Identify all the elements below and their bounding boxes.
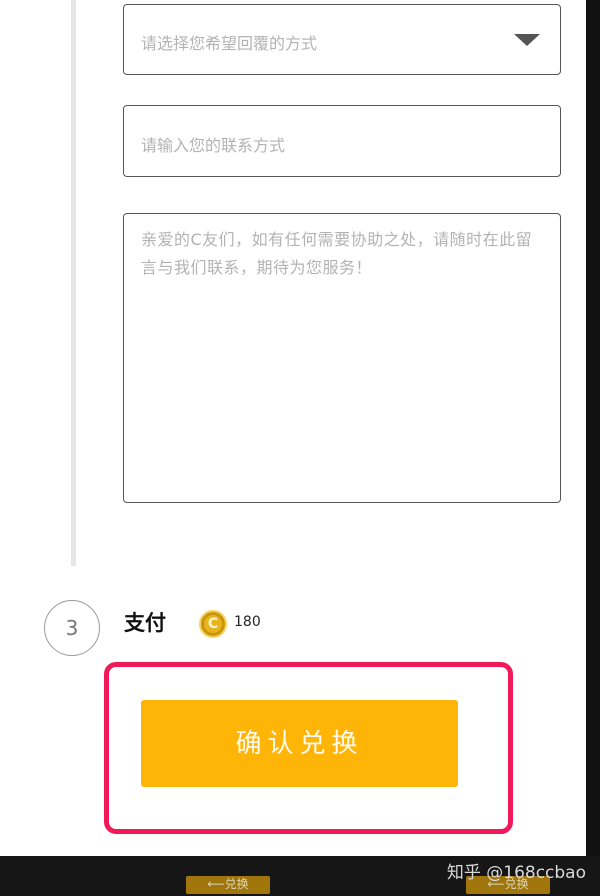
dropdown-caret-icon[interactable]: [514, 34, 540, 46]
contact-input[interactable]: 请输入您的联系方式: [123, 105, 561, 177]
step-number-badge: 3: [44, 600, 100, 656]
message-textarea[interactable]: 亲爱的C友们，如有任何需要协助之处，请随时在此留言与我们联系，期待为您服务！: [123, 213, 561, 503]
payment-step-title: 支付: [124, 611, 166, 635]
reply-method-select[interactable]: 请选择您希望回覆的方式: [123, 4, 561, 75]
watermark: 知乎 @168ccbao: [446, 863, 586, 883]
step-timeline-line: [71, 0, 76, 566]
reply-method-placeholder: 请选择您希望回覆的方式: [141, 34, 318, 53]
message-placeholder: 亲爱的C友们，如有任何需要协助之处，请随时在此留言与我们联系，期待为您服务！: [141, 230, 533, 277]
coin-icon: C: [199, 610, 227, 638]
backdrop-edge: [586, 0, 600, 896]
contact-placeholder: 请输入您的联系方式: [141, 136, 286, 155]
background-exchange-button: ⟵兑换: [186, 876, 270, 894]
coin-cost: 180: [234, 614, 261, 630]
confirm-exchange-button[interactable]: 确认兑换: [141, 700, 458, 787]
exchange-sheet: 请选择您希望回覆的方式 请输入您的联系方式 亲爱的C友们，如有任何需要协助之处，…: [0, 0, 586, 856]
